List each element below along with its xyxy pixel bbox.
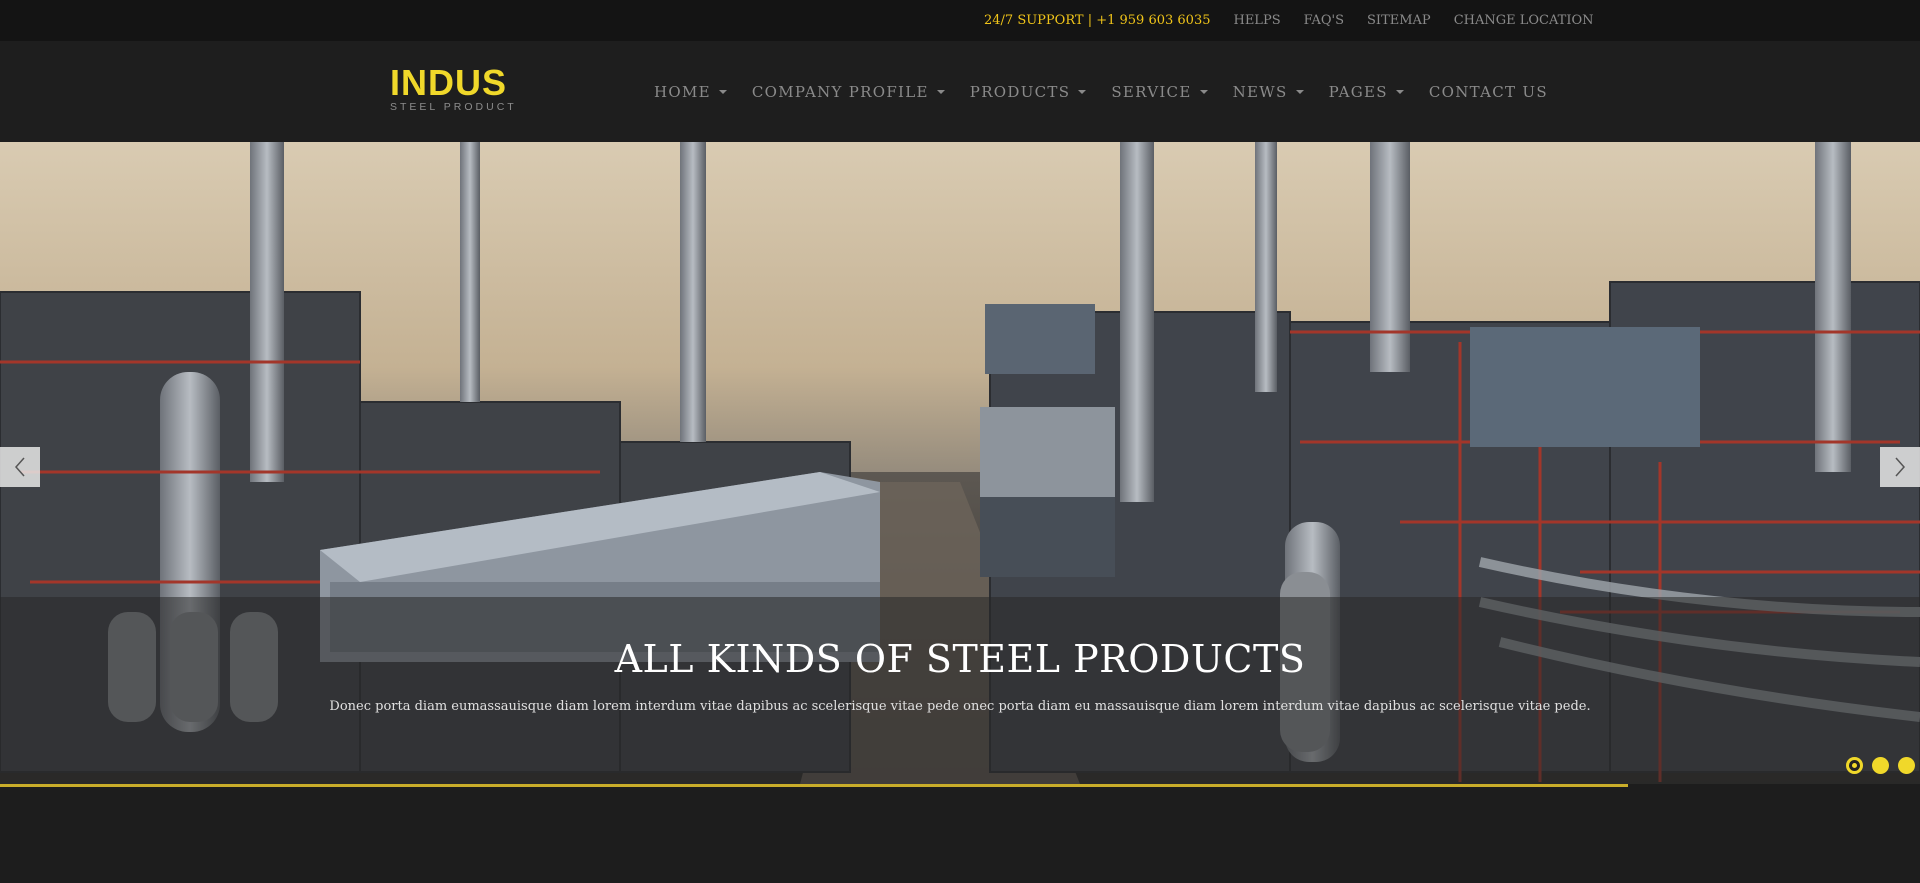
faqs-link[interactable]: FAQ'S — [1304, 13, 1344, 28]
top-bar-links: 24/7 SUPPORT | +1 959 603 6035 HELPS FAQ… — [984, 0, 1594, 41]
nav-contact-us-label: CONTACT US — [1428, 82, 1548, 101]
hero-slider: ALL KINDS OF STEEL PRODUCTS Donec porta … — [0, 142, 1920, 784]
nav-pages[interactable]: PAGES — [1329, 83, 1404, 101]
slider-dot-2[interactable] — [1872, 757, 1889, 774]
caret-down-icon — [1078, 89, 1087, 94]
slider-dot-3[interactable] — [1898, 757, 1915, 774]
caret-down-icon — [936, 89, 945, 94]
nav-pages-label: PAGES — [1328, 82, 1388, 101]
nav-news-label: NEWS — [1232, 82, 1288, 101]
helps-link[interactable]: HELPS — [1233, 13, 1280, 28]
nav-home[interactable]: HOME — [654, 83, 727, 101]
caret-down-icon — [1295, 89, 1304, 94]
logo-subtitle: STEEL PRODUCT — [390, 101, 517, 113]
slider-dot-1[interactable] — [1846, 757, 1863, 774]
prev-slide-button[interactable] — [0, 447, 40, 487]
next-slide-button[interactable] — [1880, 447, 1920, 487]
main-nav: HOME COMPANY PROFILE PRODUCTS SERVICE NE… — [654, 41, 1548, 142]
nav-company-profile-label: COMPANY PROFILE — [751, 82, 929, 101]
caret-down-icon — [1199, 89, 1208, 94]
nav-news[interactable]: NEWS — [1233, 83, 1304, 101]
slide-progress-fill — [0, 784, 1629, 787]
top-bar: 24/7 SUPPORT | +1 959 603 6035 HELPS FAQ… — [0, 0, 1920, 41]
nav-products[interactable]: PRODUCTS — [970, 83, 1087, 101]
support-phone: 24/7 SUPPORT | +1 959 603 6035 — [984, 13, 1211, 28]
slide-progress-bar — [0, 784, 1920, 788]
chevron-left-icon — [14, 457, 25, 477]
change-location-link[interactable]: CHANGE LOCATION — [1454, 13, 1594, 28]
nav-products-label: PRODUCTS — [969, 82, 1071, 101]
caret-down-icon — [1395, 89, 1404, 94]
caret-down-icon — [718, 89, 727, 94]
slide-description: Donec porta diam eumassauisque diam lore… — [329, 699, 1591, 714]
slide-caption: ALL KINDS OF STEEL PRODUCTS Donec porta … — [0, 597, 1920, 784]
logo-word: INDUS — [390, 62, 508, 103]
slider-pagination — [1846, 757, 1915, 774]
nav-service-label: SERVICE — [1111, 82, 1192, 101]
logo[interactable]: INDUS STEEL PRODUCT — [390, 62, 520, 114]
sitemap-link[interactable]: SITEMAP — [1367, 13, 1431, 28]
nav-home-label: HOME — [654, 82, 711, 101]
nav-service[interactable]: SERVICE — [1111, 82, 1208, 101]
nav-company-profile[interactable]: COMPANY PROFILE — [752, 83, 945, 101]
site-header: INDUS STEEL PRODUCT HOME COMPANY PROFILE… — [0, 41, 1920, 142]
slide-title: ALL KINDS OF STEEL PRODUCTS — [614, 637, 1306, 681]
chevron-right-icon — [1895, 457, 1906, 477]
nav-contact-us[interactable]: CONTACT US — [1429, 83, 1548, 101]
